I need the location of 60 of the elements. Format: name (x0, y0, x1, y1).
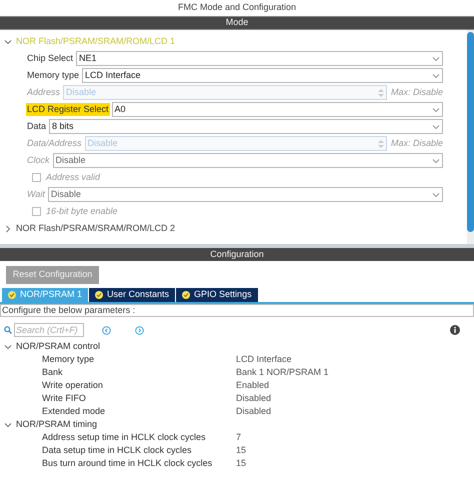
caret-icon (432, 106, 440, 112)
field-label: Address (26, 86, 62, 99)
chevron-down-icon[interactable] (4, 342, 12, 350)
caret-icon (432, 158, 440, 164)
tree-item[interactable]: NOR/PSRAM control (16, 340, 100, 354)
parameters-heading: Configure the below parameters : (0, 304, 474, 317)
tab[interactable]: GPIO Settings (176, 288, 258, 302)
caret-icon (432, 56, 440, 62)
chevron-down-icon[interactable] (4, 420, 12, 428)
tab[interactable]: User Constants (89, 288, 176, 302)
dropdown[interactable]: A0 (112, 102, 443, 117)
info-icon[interactable] (450, 325, 460, 335)
parameter-name: Bus turn around time in HCLK clock cycles (41, 456, 214, 470)
max-label: Max: Disable (390, 86, 443, 99)
chevron-right-icon[interactable] (4, 224, 12, 232)
previous-icon[interactable] (102, 326, 111, 334)
next-icon[interactable] (135, 326, 144, 334)
field-label: Data (26, 120, 48, 133)
field-label: Clock (26, 154, 51, 167)
chevron-down-icon[interactable] (4, 38, 12, 46)
max-label: Max: Disable (390, 136, 443, 150)
check-circle-icon (8, 291, 16, 299)
search-icon (4, 326, 12, 334)
parameter-value: Bank 1 NOR/PSRAM 1 (236, 366, 329, 379)
check-circle-icon (95, 291, 104, 299)
dropdown[interactable]: LCD Interface (82, 68, 443, 83)
dropdown[interactable]: 8 bits (49, 119, 443, 134)
field-label: Memory type (26, 68, 80, 82)
caret-icon (432, 124, 440, 130)
parameter-value: LCD Interface (236, 352, 292, 366)
configuration-header: Configuration (0, 248, 474, 261)
check-circle-icon (182, 291, 190, 299)
caret-icon (432, 72, 440, 78)
parameter-value: 7 (236, 430, 242, 444)
parameter-value: Disabled (236, 392, 272, 405)
parameter-name: Extended mode (41, 404, 106, 418)
mode-header: Mode (0, 16, 474, 30)
field-label: Wait (26, 188, 46, 201)
parameter-value: 15 (236, 444, 246, 457)
scrollbar[interactable] (467, 30, 474, 244)
field-label: 16-bit byte enable (45, 204, 119, 218)
tree-item[interactable]: NOR Flash/PSRAM/SRAM/ROM/LCD 2 (16, 222, 176, 236)
parameter-name: Bank (41, 366, 64, 379)
field-label: Address valid (45, 170, 102, 184)
parameter-value: 15 (236, 456, 246, 470)
field-label: Data/Address (26, 136, 83, 150)
caret-icon (432, 192, 440, 198)
dropdown[interactable]: NE1 (76, 51, 443, 66)
parameter-name: Memory type (41, 352, 96, 366)
parameter-name: Address setup time in HCLK clock cycles (41, 430, 207, 444)
window-title: FMC Mode and Configuration (178, 1, 296, 14)
parameter-name: Data setup time in HCLK clock cycles (41, 444, 193, 457)
tree-item[interactable]: NOR/PSRAM timing (16, 418, 98, 432)
parameter-name: Write operation (41, 378, 104, 392)
field-label: LCD Register Select (26, 102, 110, 116)
search-field[interactable]: Search (Crtl+F) (14, 323, 84, 337)
field-label: Chip Select (26, 52, 74, 65)
parameter-value: Disabled (236, 404, 272, 418)
parameter-name: Write FIFO (41, 392, 87, 405)
parameter-value: Enabled (236, 378, 270, 392)
